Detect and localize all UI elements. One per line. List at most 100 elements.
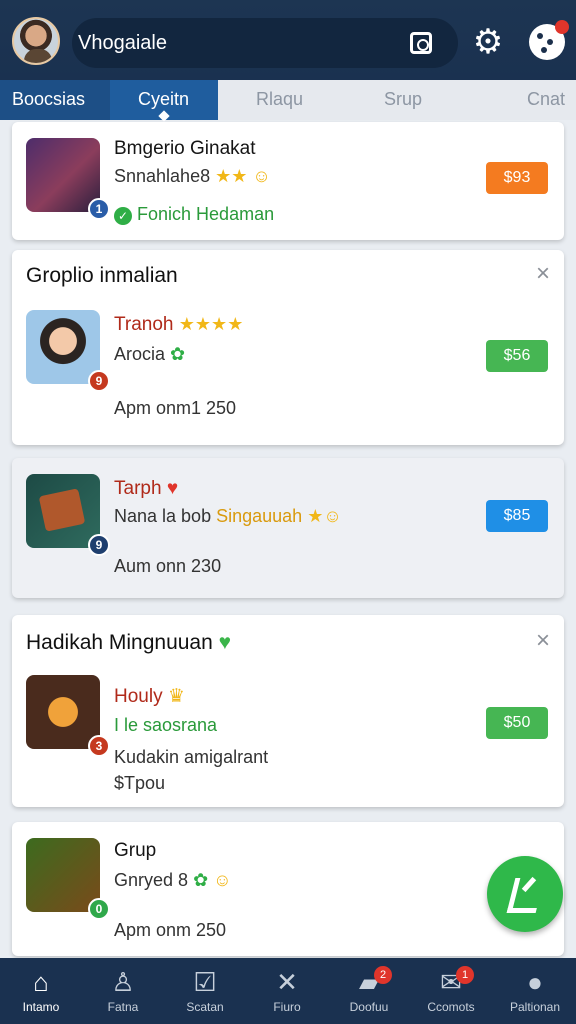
palette-icon[interactable] (529, 20, 569, 60)
tab-bar: Boocsias Cyeitn Rlaqu Srup Cnat (0, 80, 576, 120)
nav-badge: 1 (456, 966, 474, 984)
price-button[interactable]: $56 (486, 340, 548, 372)
top-bar: Vhogaiale ⚙ (0, 0, 576, 80)
thumbnail-badge: 3 (88, 735, 110, 757)
heart-icon: ♥ (166, 478, 179, 499)
nav-label: Fiuro (273, 1000, 301, 1014)
app-meta: Kudakin amigalrant (114, 747, 269, 767)
camera-icon[interactable] (410, 32, 432, 54)
gear-icon[interactable]: ⚙ (470, 24, 506, 60)
thumbnail-badge: 9 (88, 370, 110, 392)
close-icon[interactable]: × (536, 629, 550, 653)
close-icon[interactable]: × (536, 262, 550, 286)
crown-icon: ♛ (167, 686, 185, 707)
app-thumbnail: 9 (26, 474, 110, 556)
nav-label: Fatna (107, 1000, 139, 1014)
price-button[interactable]: $85 (486, 500, 548, 532)
subtitle-text: Nana la bob (114, 506, 212, 526)
app-name: Houly ♛ (114, 685, 185, 708)
close-icon: ✕ (276, 967, 298, 997)
home-icon: ⌂ (33, 967, 49, 997)
app-subtitle: Arocia ✿ (114, 344, 185, 365)
thumbnail-badge: 9 (88, 534, 110, 556)
subtitle-text: Gnryed 8 (114, 870, 189, 890)
person-add-icon: ♙ (111, 967, 135, 997)
tab-rlaqu[interactable]: Rlaqu (256, 80, 336, 120)
app-thumbnail: 9 (26, 310, 110, 392)
name-text: Tarph (114, 478, 162, 499)
download-fab-button[interactable] (487, 856, 563, 932)
nav-item-fatna[interactable]: ♙ Fatna (82, 958, 164, 1024)
nav-item-fiuro[interactable]: ✕ Fiuro (246, 958, 328, 1024)
tab-label: Srup (384, 89, 423, 109)
tab-cnat[interactable]: Cnat (527, 80, 576, 120)
nav-label: Scatan (186, 1000, 224, 1014)
app-card[interactable]: Groplio inmalian × 9 Tranoh ★★★★ Arocia … (12, 250, 564, 445)
nav-item-paltionan[interactable]: ● Paltionan (494, 958, 576, 1024)
nav-item-scatan[interactable]: ☑ Scatan (164, 958, 246, 1024)
smile-icon: ☺ (213, 870, 232, 890)
app-name: Tranoh ★★★★ (114, 314, 243, 336)
meta-text: Fonich Hedaman (137, 204, 275, 224)
subtitle-text: Arocia (114, 344, 166, 364)
check-box-icon: ☑ (193, 967, 217, 997)
highlight-text: Singauuah (216, 506, 303, 526)
app-meta: ✓ Fonich Hedaman (114, 204, 274, 225)
card-title: Groplio inmalian (26, 264, 178, 287)
app-thumbnail: 1 (26, 138, 110, 220)
profile-icon: ● (527, 967, 543, 997)
app-thumbnail: 0 (26, 838, 110, 920)
star-rating: ★★★★ (178, 314, 244, 334)
smile-icon: ★☺ (307, 506, 342, 526)
app-thumbnail: 3 (26, 675, 110, 757)
name-text: Tranoh (114, 314, 174, 335)
app-subtitle: Snnahlahe8 ★★ ☺ (114, 166, 271, 187)
check-circle-icon: ✓ (114, 207, 132, 225)
app-subtitle: Nana la bob Singauuah ★☺ (114, 506, 342, 527)
nav-item-doofuu[interactable]: ▰ 2 Doofuu (328, 958, 410, 1024)
chest-icon (38, 488, 86, 532)
nav-label: Paltionan (509, 1000, 561, 1014)
leaf-icon: ✿ (193, 870, 209, 890)
avatar[interactable] (12, 17, 60, 65)
search-text: Vhogaiale (78, 32, 167, 54)
nav-item-ccomots[interactable]: ✉ 1 Ccomots (410, 958, 492, 1024)
smile-icon: ☺ (252, 166, 271, 186)
tab-label: Boocsias (12, 89, 86, 109)
nav-label: Intamo (22, 1000, 60, 1014)
subtitle-text: Snnahlahe8 (114, 166, 211, 186)
app-card[interactable]: 0 Grup Gnryed 8 ✿ ☺ Apm onm 250 (12, 822, 564, 956)
star-rating: ★★ (215, 166, 248, 186)
nav-label: Doofuu (349, 1000, 389, 1014)
app-name: Tarph ♥ (114, 478, 178, 500)
price-button[interactable]: $50 (486, 707, 548, 739)
app-subtitle: Gnryed 8 ✿ ☺ (114, 870, 232, 891)
leaf-icon: ✿ (170, 344, 186, 364)
nav-label: Ccomots (427, 1000, 475, 1014)
title-text: Hadikah Mingnuuan (26, 631, 213, 654)
nav-badge: 2 (374, 966, 392, 984)
tab-srup[interactable]: Srup (384, 80, 464, 120)
tab-label: Cyeitn (138, 89, 190, 109)
heart-icon: ♥ (218, 631, 232, 654)
app-card[interactable]: Hadikah Mingnuuan ♥ × 3 Houly ♛ I le sao… (12, 615, 564, 807)
card-title: Hadikah Mingnuuan ♥ (26, 631, 231, 655)
app-card[interactable]: 1 Bmgerio Ginakat Snnahlahe8 ★★ ☺ ✓ Foni… (12, 122, 564, 240)
app-meta: Apm onm1 250 (114, 398, 237, 418)
app-meta: Aum onn 230 (114, 556, 222, 576)
app-meta: Apm onm 250 (114, 920, 227, 940)
app-card[interactable]: 9 Tarph ♥ Nana la bob Singauuah ★☺ Aum o… (12, 458, 564, 598)
name-text: Houly (114, 686, 163, 707)
nav-item-intamo[interactable]: ⌂ Intamo (0, 958, 82, 1024)
app-name: Bmgerio Ginakat (114, 138, 256, 159)
bottom-nav: ⌂ Intamo ♙ Fatna ☑ Scatan ✕ Fiuro ▰ 2 Do… (0, 958, 576, 1024)
thumbnail-badge: 0 (88, 898, 110, 920)
price-button[interactable]: $93 (486, 162, 548, 194)
tab-label: Rlaqu (256, 89, 304, 109)
app-subtitle: I le saosrana (114, 715, 218, 735)
search-bar[interactable]: Vhogaiale (72, 18, 458, 68)
tab-label: Cnat (527, 89, 566, 109)
app-name: Grup (114, 840, 157, 861)
notification-dot (555, 20, 569, 34)
tab-boocsias[interactable]: Boocsias (0, 80, 110, 120)
